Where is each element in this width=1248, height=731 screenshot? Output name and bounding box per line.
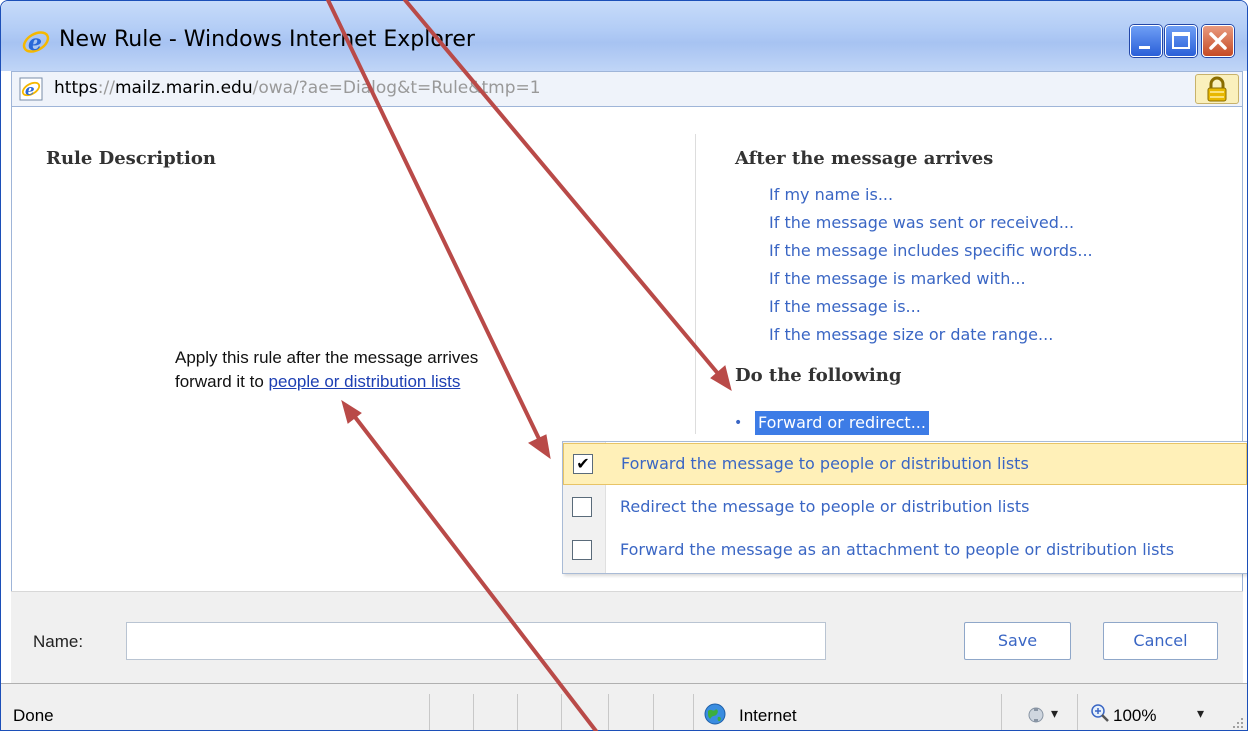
globe-icon <box>704 703 726 725</box>
status-bar: Done Internet ▾ 100% ▾ <box>1 683 1247 730</box>
status-divider <box>608 694 609 730</box>
zoom-level[interactable]: 100% <box>1113 706 1156 726</box>
cancel-button[interactable]: Cancel <box>1103 622 1218 660</box>
security-zone-label: Internet <box>739 706 797 725</box>
zoom-dropdown-caret[interactable]: ▾ <box>1197 706 1204 722</box>
status-divider <box>561 694 562 730</box>
resize-grip-icon[interactable] <box>1229 714 1245 730</box>
actions-heading: Do the following <box>735 365 902 386</box>
conditions-heading: After the message arrives <box>735 148 994 169</box>
condition-link-specific-words[interactable]: If the message includes specific words..… <box>769 241 1093 260</box>
lock-icon <box>1207 76 1227 102</box>
condition-link-marked-with[interactable]: If the message is marked with... <box>769 269 1026 288</box>
addons-dropdown-caret[interactable]: ▾ <box>1051 706 1058 722</box>
checkbox-forward[interactable]: ✔ <box>573 454 593 474</box>
condition-link-name[interactable]: If my name is... <box>769 185 893 204</box>
address-url[interactable]: https://mailz.marin.edu/owa/?ae=Dialog&t… <box>54 78 541 98</box>
svg-text:e: e <box>28 30 42 56</box>
option-attachment-label: Forward the message as an attachment to … <box>620 540 1175 559</box>
manage-addons-icon[interactable] <box>1025 704 1047 726</box>
checkbox-attachment[interactable] <box>572 540 592 560</box>
maximize-icon <box>1172 32 1190 49</box>
security-lock-button[interactable] <box>1195 74 1239 104</box>
minimize-icon <box>1139 46 1150 49</box>
option-forward-attachment[interactable]: Forward the message as an attachment to … <box>563 530 1247 572</box>
address-bar: e https://mailz.marin.edu/owa/?ae=Dialog… <box>11 71 1243 107</box>
status-divider <box>653 694 654 730</box>
url-path: /owa/?ae=Dialog&t=Rule&tmp=1 <box>252 78 541 98</box>
svg-text:e: e <box>25 81 35 99</box>
status-divider <box>517 694 518 730</box>
url-domain: mailz.marin.edu <box>114 78 253 98</box>
save-button[interactable]: Save <box>964 622 1071 660</box>
rule-description-line1: Apply this rule after the message arrive… <box>175 348 479 367</box>
column-divider <box>695 134 696 434</box>
option-redirect-label: Redirect the message to people or distri… <box>620 497 1030 516</box>
name-label: Name: <box>33 632 84 651</box>
status-divider <box>429 694 430 730</box>
status-text: Done <box>13 706 54 725</box>
url-separator: :// <box>97 78 115 98</box>
status-divider <box>1077 694 1078 730</box>
window-title: New Rule - Windows Internet Explorer <box>59 27 475 52</box>
status-divider <box>1001 694 1002 730</box>
status-divider <box>473 694 474 730</box>
rule-description-prefix: forward it to <box>175 372 269 391</box>
people-distribution-link[interactable]: people or distribution lists <box>269 372 461 391</box>
minimize-button[interactable] <box>1130 25 1162 57</box>
condition-link-sent-received[interactable]: If the message was sent or received... <box>769 213 1074 232</box>
rule-description-line2: forward it to people or distribution lis… <box>175 372 460 392</box>
page-icon: e <box>19 77 43 101</box>
status-divider <box>693 694 694 730</box>
maximize-button[interactable] <box>1165 25 1197 57</box>
forward-redirect-action[interactable]: Forward or redirect... <box>755 411 929 435</box>
close-icon <box>1209 32 1227 50</box>
option-forward-label: Forward the message to people or distrib… <box>621 454 1029 473</box>
rule-description-heading: Rule Description <box>46 148 216 169</box>
url-scheme: https <box>54 78 98 98</box>
ie-window: e New Rule - Windows Internet Explorer e… <box>0 0 1248 731</box>
option-redirect-message[interactable]: Redirect the message to people or distri… <box>563 487 1247 529</box>
bullet-icon: • <box>734 415 743 431</box>
condition-link-message-is[interactable]: If the message is... <box>769 297 921 316</box>
title-bar[interactable]: e New Rule - Windows Internet Explorer <box>1 1 1247 71</box>
forward-options-dropdown: ✔ Forward the message to people or distr… <box>562 441 1247 574</box>
zoom-icon[interactable] <box>1089 702 1111 724</box>
checkbox-redirect[interactable] <box>572 497 592 517</box>
ie-logo-icon: e <box>22 30 50 56</box>
condition-link-size-date[interactable]: If the message size or date range... <box>769 325 1053 344</box>
rule-name-input[interactable] <box>126 622 826 660</box>
check-mark-icon: ✔ <box>576 454 590 473</box>
option-forward-message[interactable]: ✔ Forward the message to people or distr… <box>563 443 1247 485</box>
close-button[interactable] <box>1202 25 1234 57</box>
rule-form-bar: Name: Save Cancel <box>11 591 1243 683</box>
